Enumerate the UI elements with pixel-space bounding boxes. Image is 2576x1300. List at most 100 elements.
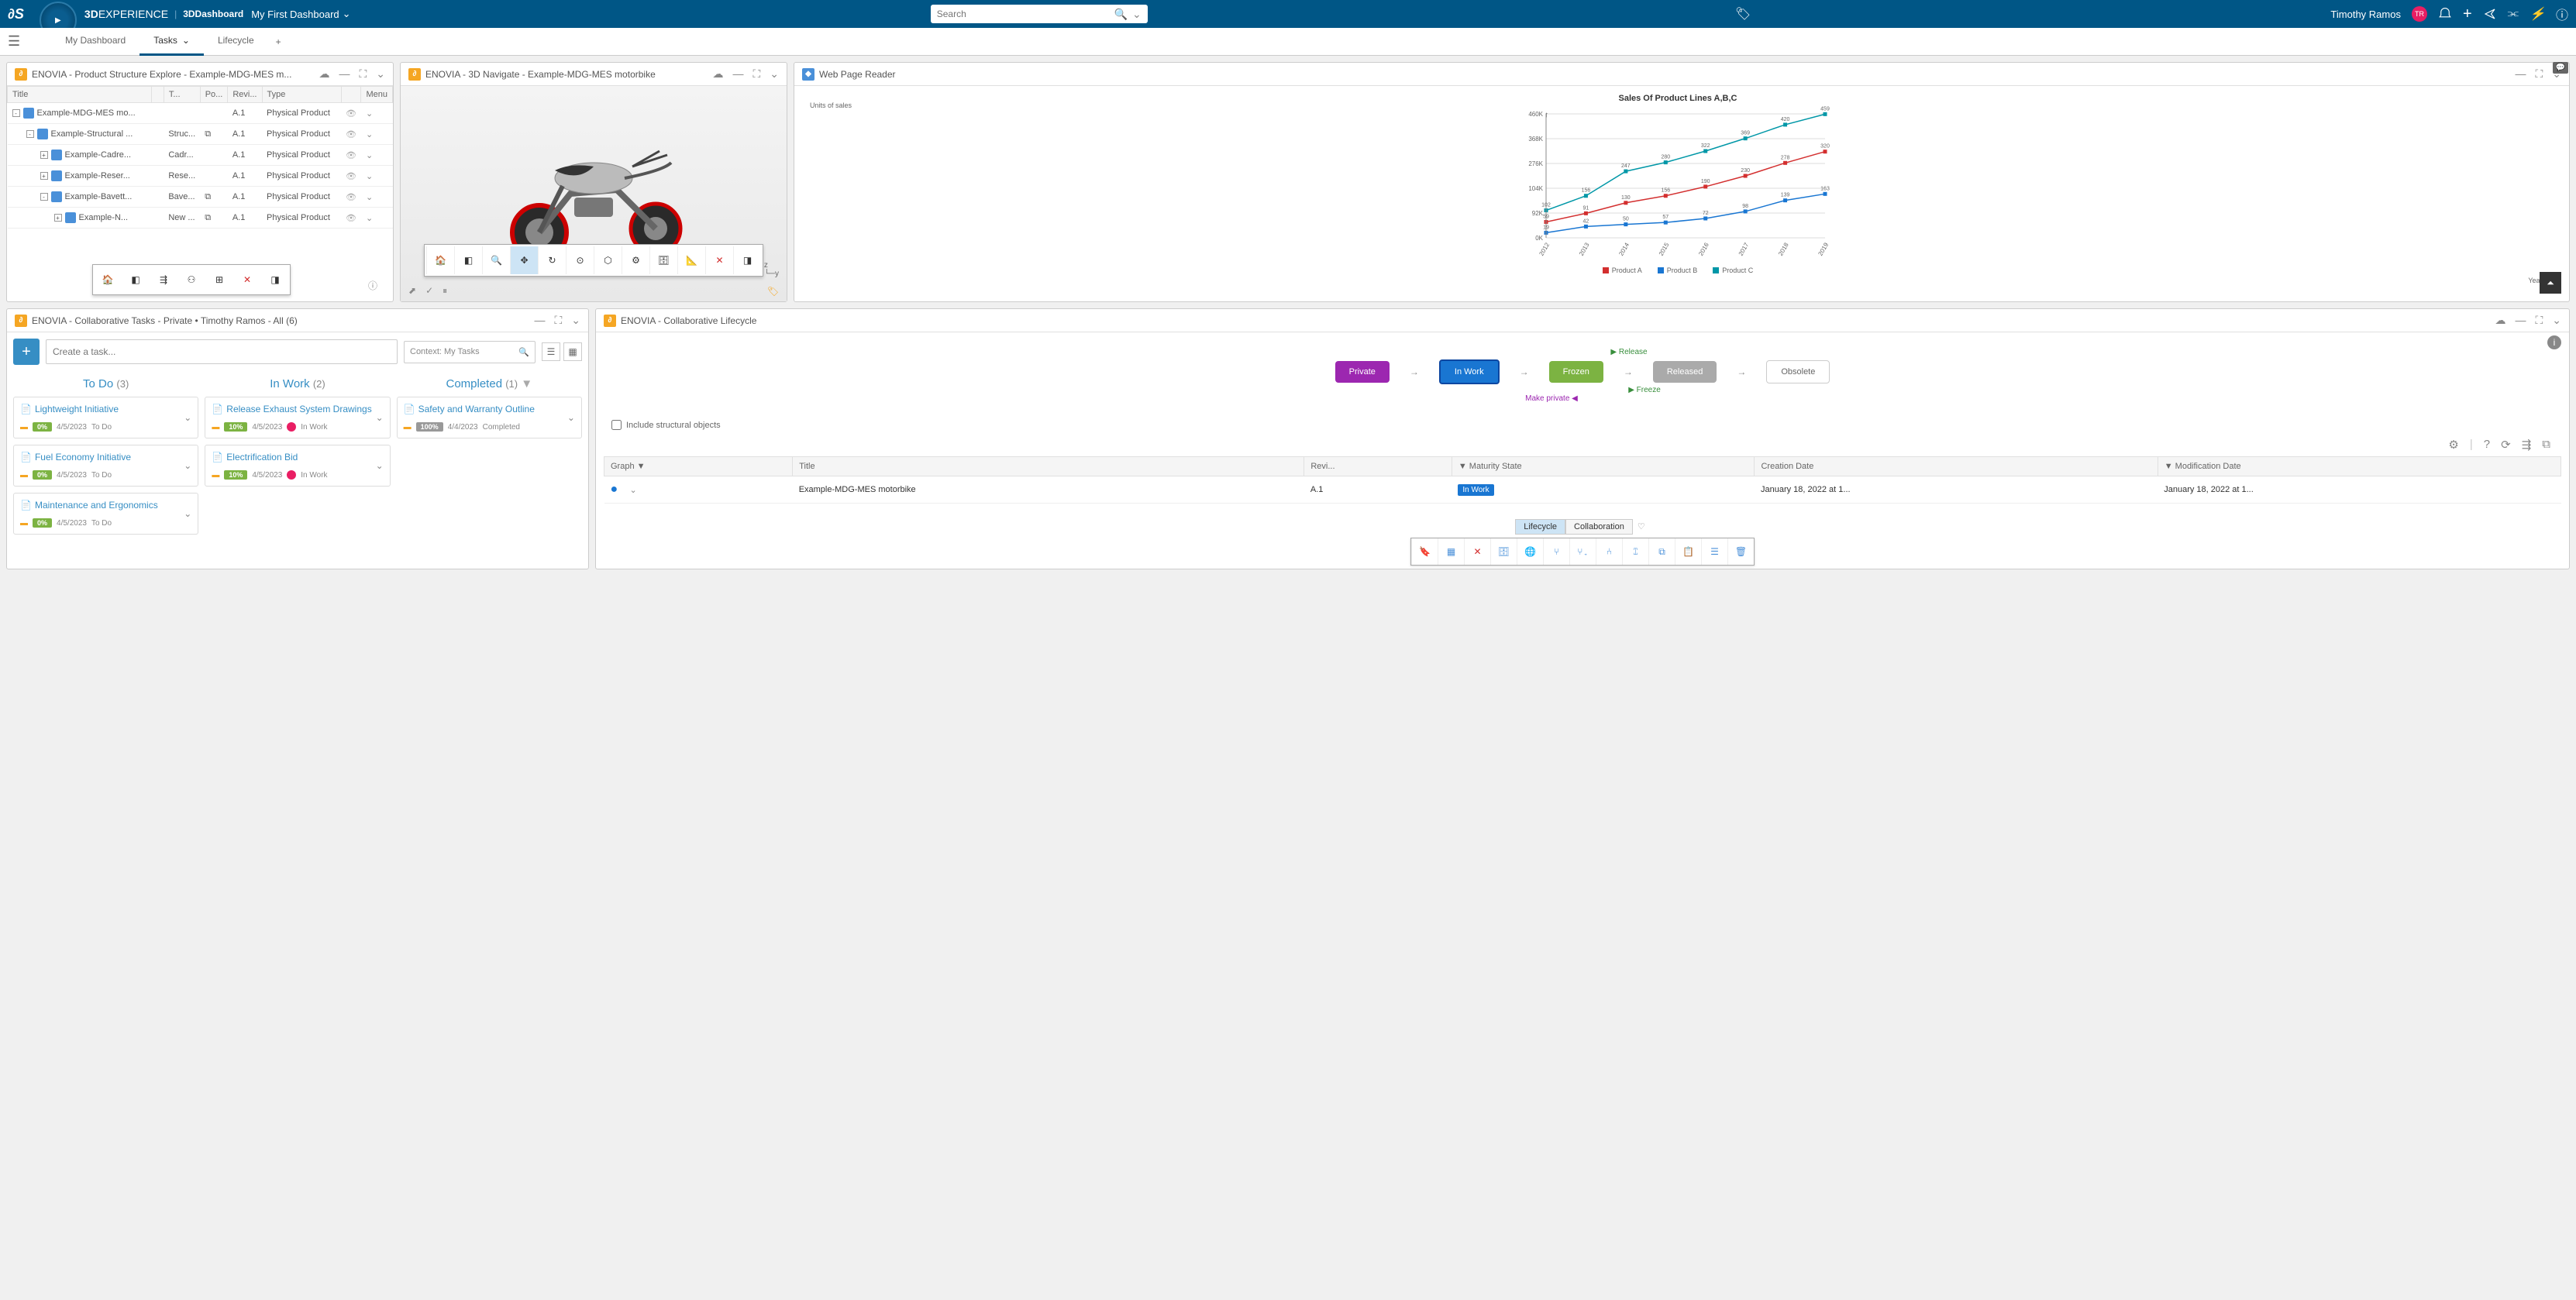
checkbox[interactable] — [611, 420, 622, 430]
user-name[interactable]: Timothy Ramos — [2330, 9, 2401, 20]
col-title[interactable]: Title — [793, 457, 1304, 476]
panel-icon[interactable]: ◧ — [122, 267, 149, 293]
hierarchy-icon[interactable]: ⚇ — [178, 267, 205, 293]
tree-toggle[interactable]: + — [54, 214, 62, 222]
copy-icon[interactable]: ⧉ — [2542, 438, 2550, 452]
menu-icon[interactable]: ⌄ — [770, 67, 779, 81]
tab-collaboration[interactable]: Collaboration — [1565, 519, 1633, 535]
list-icon[interactable]: ⇶ — [2522, 438, 2532, 452]
task-card[interactable]: 📄 Safety and Warranty Outline ▬ 100% 4/4… — [397, 397, 582, 438]
paste-icon[interactable]: 📋 — [1675, 538, 1701, 565]
home-icon[interactable]: 🏠 — [426, 246, 454, 274]
tab-lifecycle[interactable]: Lifecycle — [204, 28, 268, 56]
col-created[interactable]: Creation Date — [1755, 457, 2158, 476]
expand-icon[interactable]: ⛶ — [554, 314, 562, 327]
row-menu-icon[interactable]: ⌄ — [366, 193, 373, 202]
search-icon[interactable]: 🔍 — [1114, 8, 1128, 21]
tab-tasks[interactable]: Tasks⌄ — [139, 28, 204, 56]
state-inwork[interactable]: In Work — [1439, 359, 1500, 384]
notification-icon[interactable] — [2438, 7, 2452, 21]
visibility-icon[interactable]: 👁 — [346, 109, 356, 119]
create-task-input[interactable] — [46, 339, 398, 364]
trash-icon[interactable]: 🗑 — [1727, 538, 1754, 565]
row-menu-icon[interactable]: ⌄ — [366, 172, 373, 181]
explode-icon[interactable]: ⚙ — [622, 246, 649, 274]
home-icon[interactable]: 🏠 — [95, 267, 121, 293]
visibility-icon[interactable]: 👁 — [346, 214, 356, 223]
bookmark-icon[interactable]: 🔖 — [1411, 538, 1438, 565]
table-row[interactable]: - Example-Structural ... Struc... ⧉ A.1 … — [8, 124, 393, 145]
visibility-icon[interactable]: 👁 — [346, 151, 356, 160]
tag-icon[interactable]: 🏷 — [767, 286, 779, 297]
close-icon[interactable]: ✕ — [234, 267, 260, 293]
state-private[interactable]: Private — [1335, 361, 1390, 383]
network-icon[interactable]: ⫘ — [2508, 7, 2519, 21]
col-menu[interactable]: Menu — [361, 87, 393, 103]
task-card[interactable]: 📄 Lightweight Initiative ▬ 0% 4/5/2023 T… — [13, 397, 198, 438]
minimize-icon[interactable]: — — [339, 67, 350, 81]
cloud-icon[interactable]: ☁ — [712, 67, 723, 81]
expand-card-icon[interactable]: ⌄ — [376, 460, 384, 471]
expand-icon[interactable]: ⛶ — [752, 67, 760, 81]
dashboard-dropdown[interactable]: My First Dashboard ⌄ — [251, 8, 350, 20]
fit-icon[interactable]: ⊙ — [566, 246, 594, 274]
visibility-icon[interactable]: 👁 — [346, 172, 356, 181]
search-box[interactable]: 🔍 ⌄ — [931, 5, 1148, 23]
table-row[interactable]: + Example-Cadre... Cadr... A.1 Physical … — [8, 145, 393, 166]
context-input[interactable]: Context: My Tasks 🔍 — [404, 341, 536, 363]
minimize-icon[interactable]: — — [2515, 67, 2526, 81]
tab-lifecycle[interactable]: Lifecycle — [1515, 519, 1565, 535]
3d-viewport[interactable]: View Tools ♡ 🏠 ◧ 🔍 ✥ ↻ ⊙ ⬡ ⚙ 🗄 📐 ✕ ◨ ⬈ ✓ — [401, 86, 787, 301]
tree-toggle[interactable]: - — [12, 109, 20, 117]
branch-add-icon[interactable]: ⑂₊ — [1569, 538, 1596, 565]
col-t[interactable]: T... — [164, 87, 200, 103]
task-card[interactable]: 📄 Release Exhaust System Drawings ▬ 10% … — [205, 397, 390, 438]
cloud-icon[interactable]: ☁ — [2495, 314, 2505, 327]
minimize-icon[interactable]: — — [2515, 314, 2526, 327]
refresh-icon[interactable]: ⟳ — [2501, 438, 2511, 452]
share-icon[interactable] — [2483, 7, 2497, 21]
expand-card-icon[interactable]: ⌄ — [184, 508, 191, 519]
row-menu-icon[interactable]: ⌄ — [366, 214, 373, 223]
favorite-icon[interactable]: ♡ — [1633, 519, 1650, 535]
scroll-top-button[interactable]: ⏶ — [2540, 272, 2561, 294]
add-tab-button[interactable]: + — [268, 36, 289, 47]
col-po[interactable]: Po... — [200, 87, 228, 103]
merge-icon[interactable]: ⑃ — [1596, 538, 1622, 565]
search-dropdown-icon[interactable]: ⌄ — [1132, 8, 1142, 21]
add-icon[interactable]: + — [2463, 5, 2472, 23]
close-icon[interactable]: ✕ — [1464, 538, 1490, 565]
state-obsolete[interactable]: Obsolete — [1766, 360, 1830, 383]
row-menu-icon[interactable]: ⌄ — [366, 109, 373, 119]
list-view-icon[interactable]: ☰ — [542, 342, 560, 361]
col-type[interactable]: Type — [262, 87, 341, 103]
task-card[interactable]: 📄 Fuel Economy Initiative ▬ 0% 4/5/2023 … — [13, 445, 198, 487]
col-maturity[interactable]: ▼ Maturity State — [1452, 457, 1755, 476]
move-icon[interactable]: ✥ — [510, 246, 538, 274]
copy-icon[interactable]: ⧉ — [1648, 538, 1675, 565]
grid-view-icon[interactable]: ▦ — [563, 342, 582, 361]
graph-icon[interactable]: ⊞ — [206, 267, 232, 293]
avatar[interactable]: TR — [2412, 6, 2427, 22]
apps-icon[interactable]: ⚡ — [2530, 6, 2545, 22]
close-icon[interactable]: ✕ — [705, 246, 733, 274]
expand-card-icon[interactable]: ⌄ — [184, 460, 191, 471]
task-card[interactable]: 📄 Maintenance and Ergonomics ▬ 0% 4/5/20… — [13, 493, 198, 535]
table-row[interactable]: + Example-Reser... Rese... A.1 Physical … — [8, 166, 393, 187]
split-icon[interactable]: ◨ — [733, 246, 761, 274]
task-card[interactable]: 📄 Electrification Bid ▬ 10% 4/5/2023 In … — [205, 445, 390, 487]
col-graph[interactable]: Graph ▼ — [604, 457, 793, 476]
measure-icon[interactable]: 📐 — [677, 246, 705, 274]
pause-icon[interactable]: ⏸ — [443, 285, 447, 297]
grid-icon[interactable]: ▦ — [1438, 538, 1464, 565]
chat-pill-icon[interactable]: 💬 — [2553, 62, 2568, 74]
globe-icon[interactable]: 🌐 — [1517, 538, 1543, 565]
col-title[interactable]: Title — [8, 87, 152, 103]
add-task-button[interactable]: + — [13, 339, 40, 365]
include-structural-checkbox[interactable]: Include structural objects — [604, 417, 2561, 433]
col-rev[interactable]: Revi... — [228, 87, 262, 103]
visibility-icon[interactable]: 👁 — [346, 130, 356, 139]
merge2-icon[interactable]: ⑄ — [1622, 538, 1648, 565]
filter-icon[interactable]: ▼ — [521, 377, 532, 390]
menu-icon[interactable]: ⌄ — [376, 67, 385, 81]
